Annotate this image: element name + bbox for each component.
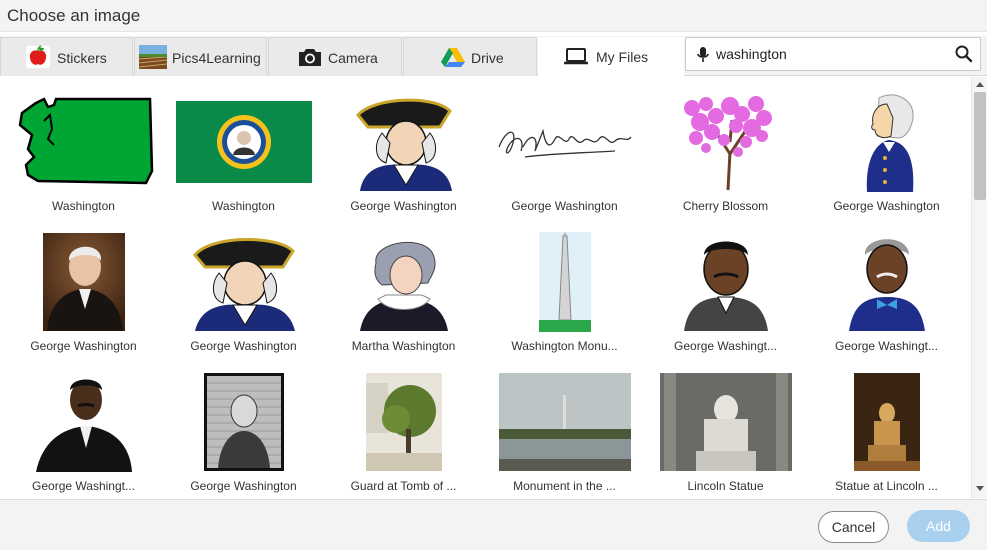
drive-icon bbox=[440, 45, 466, 69]
tab-drive[interactable]: Drive bbox=[403, 37, 537, 76]
results-scrollbar[interactable] bbox=[971, 77, 987, 498]
result-caption: Washington bbox=[52, 199, 115, 213]
monument-photo-image bbox=[484, 369, 645, 475]
choose-image-dialog: Choose an image Stickers Pics4Learning C… bbox=[0, 0, 987, 550]
washington-state-flag-image bbox=[163, 89, 324, 195]
george-washington-carver-cartoon-image bbox=[645, 229, 806, 335]
result-item[interactable]: George Washingt... bbox=[645, 217, 806, 357]
result-item[interactable]: Lincoln Statue bbox=[645, 357, 806, 497]
result-caption: George Washingt... bbox=[32, 479, 135, 493]
result-item[interactable]: Washington bbox=[3, 77, 164, 217]
search-icon[interactable] bbox=[954, 44, 974, 64]
result-item[interactable]: Guard at Tomb of ... bbox=[323, 357, 484, 497]
tab-pics4learning[interactable]: Pics4Learning bbox=[134, 37, 267, 76]
scroll-down-icon[interactable] bbox=[976, 486, 984, 491]
result-caption: Washington bbox=[212, 199, 275, 213]
result-caption: Monument in the ... bbox=[513, 479, 616, 493]
image-search-box bbox=[685, 37, 981, 71]
search-input[interactable] bbox=[716, 44, 946, 64]
laptop-icon bbox=[563, 44, 589, 68]
result-item[interactable]: Washington bbox=[163, 77, 324, 217]
washington-state-map-image bbox=[3, 89, 164, 195]
result-item[interactable]: George Washington bbox=[163, 217, 324, 357]
result-item[interactable]: George Washington bbox=[806, 77, 967, 217]
result-item[interactable]: George Washingt... bbox=[3, 357, 164, 497]
result-caption: George Washingt... bbox=[835, 339, 938, 353]
george-washington-portrait-painting-image bbox=[3, 229, 164, 335]
result-caption: Washington Monu... bbox=[511, 339, 618, 353]
pics4learning-icon bbox=[138, 45, 168, 69]
result-caption: George Washington bbox=[190, 479, 297, 493]
title-bar: Choose an image bbox=[0, 0, 987, 32]
result-item[interactable]: Cherry Blossom bbox=[645, 77, 806, 217]
result-caption: George Washington bbox=[350, 199, 457, 213]
microphone-icon[interactable] bbox=[696, 46, 710, 64]
tab-my-files-label: My Files bbox=[596, 49, 649, 65]
george-washington-cartoon-hat-image bbox=[163, 229, 324, 335]
result-caption: Guard at Tomb of ... bbox=[350, 479, 457, 493]
martha-washington-cartoon-image bbox=[323, 229, 484, 335]
dialog-footer: Cancel Add bbox=[0, 499, 987, 550]
tab-pics4learning-label: Pics4Learning bbox=[172, 50, 261, 66]
result-item[interactable]: George Washingt... bbox=[806, 217, 967, 357]
result-item[interactable]: Monument in the ... bbox=[484, 357, 645, 497]
result-caption: Cherry Blossom bbox=[682, 199, 769, 213]
tab-stickers[interactable]: Stickers bbox=[0, 37, 133, 76]
result-item[interactable]: George Washington bbox=[484, 77, 645, 217]
lincoln-statue-photo-image bbox=[645, 369, 806, 475]
result-caption: George Washington bbox=[511, 199, 618, 213]
george-washington-carver-3d-image bbox=[3, 369, 164, 475]
scrollbar-thumb[interactable] bbox=[974, 92, 986, 200]
george-washington-engraving-image bbox=[163, 369, 324, 475]
result-caption: George Washington bbox=[833, 199, 940, 213]
result-caption: George Washington bbox=[190, 339, 297, 353]
george-washington-signature-image bbox=[484, 89, 645, 195]
tab-drive-label: Drive bbox=[471, 50, 504, 66]
result-item[interactable]: Washington Monu... bbox=[484, 217, 645, 357]
results-area: Washington Washington George Washington … bbox=[0, 77, 971, 498]
result-caption: Martha Washington bbox=[351, 339, 456, 353]
camera-icon bbox=[297, 45, 323, 69]
result-caption: Lincoln Statue bbox=[687, 479, 764, 493]
add-button[interactable]: Add bbox=[907, 510, 970, 542]
result-item[interactable]: George Washington bbox=[163, 357, 324, 497]
guard-at-tomb-photo-image bbox=[323, 369, 484, 475]
result-item[interactable]: George Washington bbox=[323, 77, 484, 217]
tab-stickers-label: Stickers bbox=[57, 50, 107, 66]
result-item[interactable]: Martha Washington bbox=[323, 217, 484, 357]
scroll-up-icon[interactable] bbox=[976, 82, 984, 87]
result-caption: George Washingt... bbox=[674, 339, 777, 353]
george-washington-profile-cartoon-image bbox=[806, 89, 967, 195]
tab-camera-label: Camera bbox=[328, 50, 378, 66]
lincoln-memorial-statue-photo-image bbox=[806, 369, 967, 475]
george-washington-cartoon-hat-image bbox=[323, 89, 484, 195]
cancel-button[interactable]: Cancel bbox=[818, 511, 889, 543]
dialog-title: Choose an image bbox=[7, 6, 141, 25]
washington-monument-cartoon-image bbox=[484, 229, 645, 335]
result-caption: George Washington bbox=[30, 339, 137, 353]
tab-my-files[interactable]: My Files bbox=[538, 37, 684, 77]
tab-camera[interactable]: Camera bbox=[268, 37, 402, 76]
result-item[interactable]: Statue at Lincoln ... bbox=[806, 357, 967, 497]
george-washington-carver-cartoon-2-image bbox=[806, 229, 967, 335]
apple-icon bbox=[25, 45, 51, 69]
result-caption: Statue at Lincoln ... bbox=[835, 479, 938, 493]
result-item[interactable]: George Washington bbox=[3, 217, 164, 357]
cherry-blossom-tree-image bbox=[645, 89, 806, 195]
